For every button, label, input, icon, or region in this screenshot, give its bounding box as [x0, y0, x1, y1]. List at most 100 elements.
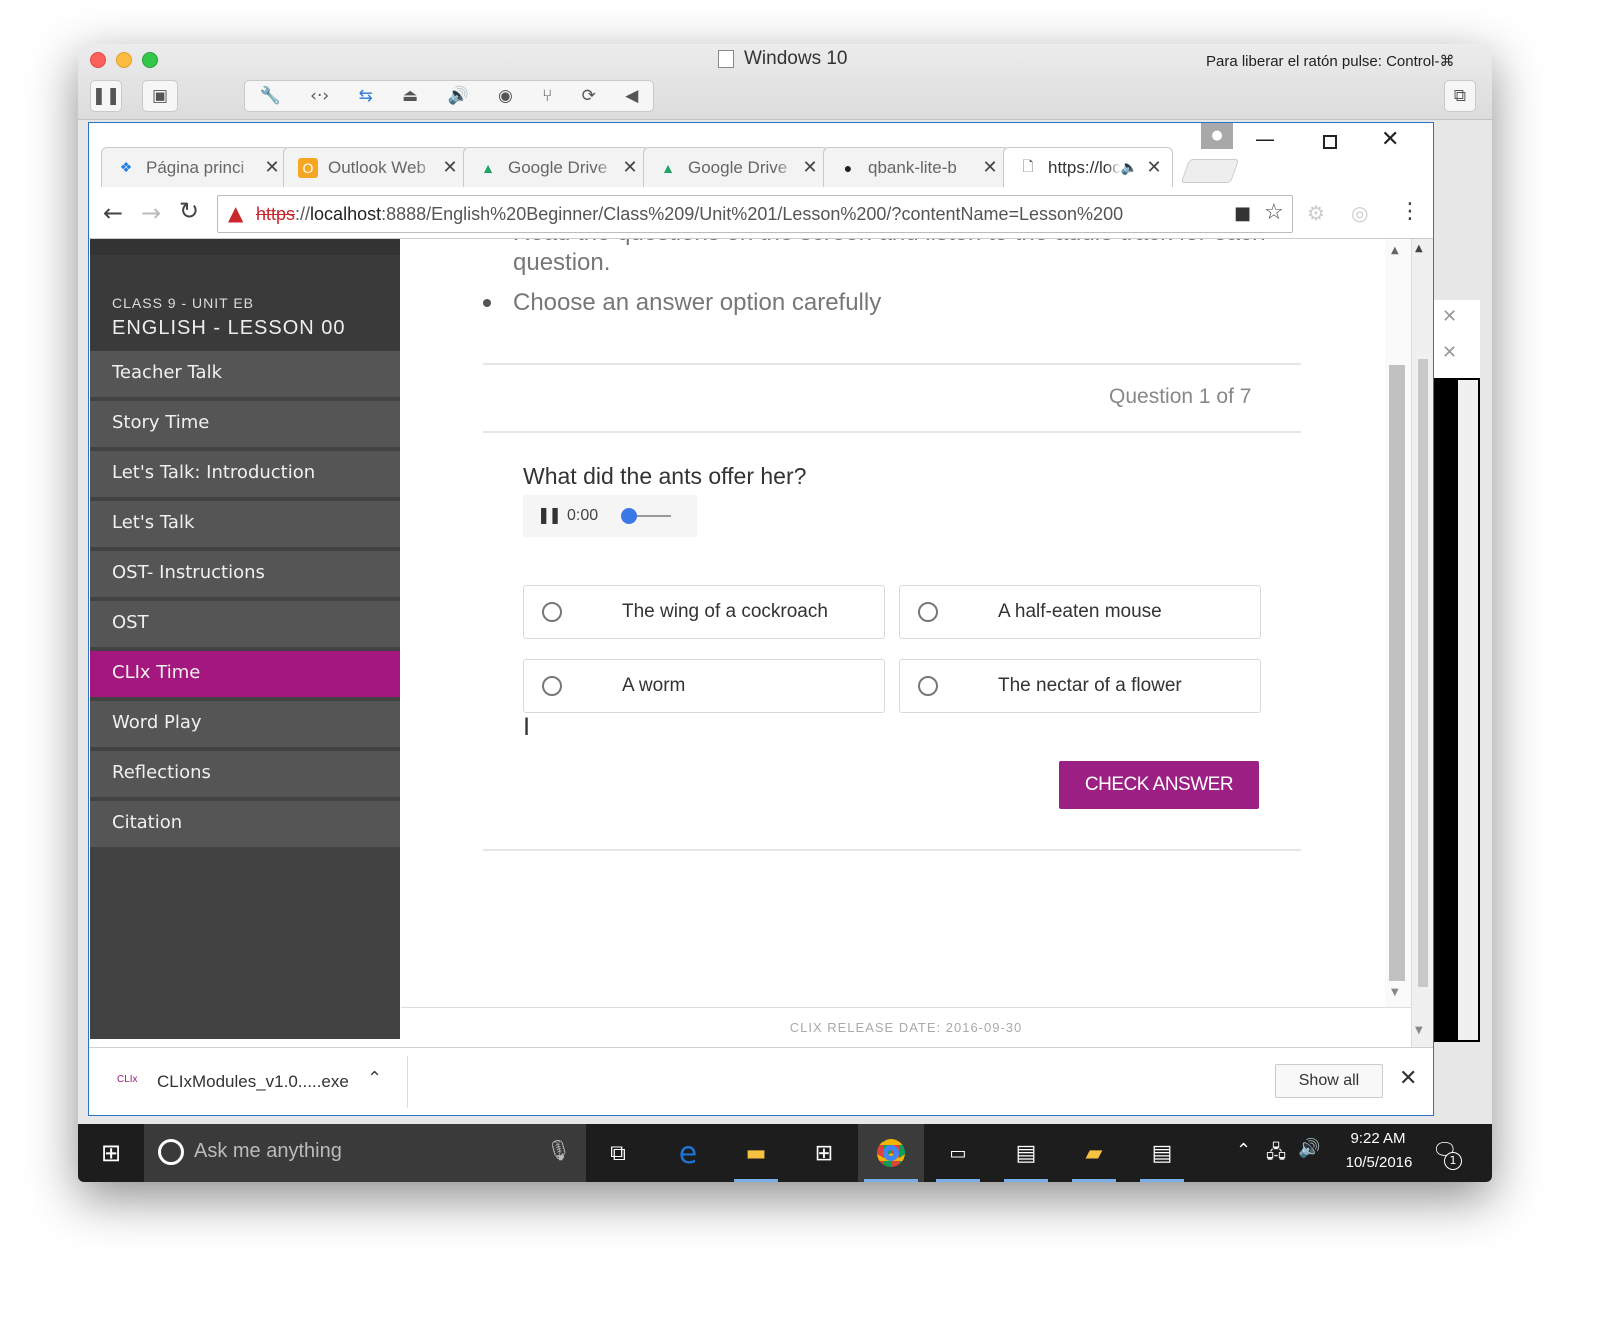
close-tab-icon[interactable]: ✕	[1142, 157, 1166, 178]
tab-dropbox[interactable]: ❖ Página princi ✕	[101, 147, 291, 187]
close-tab-icon[interactable]: ✕	[260, 157, 284, 178]
radio-button[interactable]	[542, 602, 562, 622]
camera-icon[interactable]: ◉	[498, 86, 513, 106]
scroll-up-icon[interactable]: ▲	[1415, 243, 1423, 254]
audio-playing-icon[interactable]: 🔈	[1121, 159, 1138, 176]
background-scrollbar[interactable]	[1458, 380, 1478, 1040]
chrome-button[interactable]	[858, 1124, 924, 1182]
sidebar-item-lets-talk[interactable]: Let's Talk	[90, 501, 400, 547]
close-window-button[interactable]: ✕	[1381, 127, 1399, 152]
answer-option[interactable]: A half-eaten mouse	[899, 585, 1261, 639]
app-window-button[interactable]: ▤	[998, 1124, 1054, 1182]
radio-button[interactable]	[918, 602, 938, 622]
url-field[interactable]: ▲ https://localhost:8888/English%20Begin…	[217, 195, 1293, 233]
show-all-button[interactable]: Show all	[1275, 1064, 1383, 1098]
sidebar-item-reflections[interactable]: Reflections	[90, 751, 400, 797]
microphone-icon[interactable]: 🎙	[546, 1138, 571, 1162]
check-answer-button[interactable]: CHECK ANSWER	[1059, 761, 1259, 809]
start-button[interactable]: ⊞	[82, 1124, 140, 1182]
minimize-window-button[interactable]: —	[1255, 127, 1275, 151]
answer-option[interactable]: The nectar of a flower	[899, 659, 1261, 713]
scrollbar-thumb[interactable]	[1418, 359, 1428, 987]
clock-date[interactable]: 10/5/2016	[1334, 1154, 1424, 1171]
maximize-window-button[interactable]	[1323, 135, 1337, 149]
network-icon[interactable]: 🖧	[1266, 1140, 1286, 1170]
scroll-down-icon[interactable]: ▼	[1391, 987, 1399, 998]
tab-outlook[interactable]: O Outlook Web ✕	[283, 147, 469, 187]
radio-button[interactable]	[542, 676, 562, 696]
answer-option[interactable]: A worm	[523, 659, 885, 713]
sidebar-item-lets-talk-introduction[interactable]: Let's Talk: Introduction	[90, 451, 400, 497]
reload-button[interactable]: ↻	[179, 197, 199, 225]
volume-icon[interactable]: 🔊	[1298, 1138, 1320, 1159]
pause-vm-button[interactable]: ❚❚	[90, 80, 122, 112]
task-view-button[interactable]: ⧉	[590, 1124, 646, 1182]
mac-zoom-button[interactable]	[142, 52, 158, 68]
tab-google-drive-1[interactable]: ▲ Google Drive ✕	[463, 147, 649, 187]
audio-seek-handle[interactable]	[621, 508, 637, 524]
code-icon[interactable]: ‹·›	[310, 86, 329, 106]
tab-google-drive-2[interactable]: ▲ Google Drive ✕	[643, 147, 829, 187]
speaker-icon[interactable]: 🔊	[447, 86, 468, 106]
usb-icon[interactable]: ⑂	[542, 86, 552, 106]
sidebar-item-word-play[interactable]: Word Play	[90, 701, 400, 747]
close-tab-icon[interactable]: ✕	[438, 157, 462, 178]
close-download-bar-icon[interactable]: ✕	[1399, 1066, 1417, 1091]
forward-button[interactable]: →	[141, 199, 161, 227]
sidebar-item-ost-instructions[interactable]: OST- Instructions	[90, 551, 400, 597]
app-window-button[interactable]: ▤	[1134, 1124, 1190, 1182]
wrench-icon[interactable]: 🔧	[260, 86, 281, 106]
close-tab-icon[interactable]: ✕	[618, 157, 642, 178]
chevron-up-icon[interactable]: ⌃	[1236, 1140, 1251, 1161]
cortana-search-box[interactable]: Ask me anything 🎙	[144, 1124, 586, 1182]
sidebar-item-citation[interactable]: Citation	[90, 801, 400, 847]
url-host: localhost	[310, 204, 382, 224]
profile-button[interactable]: ●	[1201, 123, 1233, 149]
star-icon[interactable]: ☆	[1264, 200, 1284, 225]
close-icon[interactable]: ✕	[1442, 342, 1457, 363]
sync-icon[interactable]: ⇆	[359, 86, 373, 106]
back-button[interactable]: ←	[103, 199, 123, 227]
sidebar-item-story-time[interactable]: Story Time	[90, 401, 400, 447]
tab-github[interactable]: ● qbank-lite-b ✕	[823, 147, 1009, 187]
page-scrollbar[interactable]: ▲ ▼	[1411, 239, 1433, 1047]
scroll-down-icon[interactable]: ▼	[1415, 1025, 1423, 1036]
snapshot-button[interactable]: ▣	[142, 80, 178, 112]
download-bar: CLIx CLIxModules_v1.0.....exe ⌃ Show all…	[89, 1047, 1433, 1115]
camera-icon[interactable]: ■	[1234, 203, 1251, 224]
close-tab-icon[interactable]: ✕	[798, 157, 822, 178]
radio-button[interactable]	[918, 676, 938, 696]
mac-close-button[interactable]	[90, 52, 106, 68]
option-label: The wing of a cockroach	[622, 601, 828, 622]
command-prompt-button[interactable]: ▭	[930, 1124, 986, 1182]
scroll-up-icon[interactable]: ▲	[1391, 245, 1399, 256]
store-button[interactable]: ⊞	[796, 1124, 852, 1182]
new-tab-button[interactable]	[1180, 159, 1240, 183]
chevron-up-icon[interactable]: ⌃	[367, 1068, 382, 1089]
chevron-left-icon[interactable]: ◀	[625, 86, 638, 106]
scrollbar-thumb[interactable]	[1389, 365, 1405, 981]
refresh-icon[interactable]: ⟳	[582, 86, 596, 106]
content-scrollbar[interactable]: ▲ ▼	[1385, 239, 1411, 1009]
extension-icon[interactable]: ⚙	[1307, 201, 1325, 225]
lock-icon[interactable]: ⏏	[402, 86, 418, 106]
clock-time[interactable]: 9:22 AM	[1340, 1130, 1416, 1147]
instruction-line-2: question.	[513, 249, 611, 276]
mac-minimize-button[interactable]	[116, 52, 132, 68]
restore-button[interactable]: ⧉	[1444, 80, 1476, 112]
download-item[interactable]: CLIxModules_v1.0.....exe	[157, 1072, 349, 1092]
file-explorer-button[interactable]: ▬	[728, 1124, 784, 1182]
sidebar-item-ost[interactable]: OST	[90, 601, 400, 647]
sidebar-item-clix-time[interactable]: CLIx Time	[90, 651, 400, 697]
tab-active-localhost[interactable]: 🗋 https://loc 🔈 ✕	[1003, 147, 1173, 187]
sidebar-item-teacher-talk[interactable]: Teacher Talk	[90, 351, 400, 397]
extension-icon[interactable]: ◎	[1351, 201, 1368, 225]
python-app-button[interactable]: ▰	[1066, 1124, 1122, 1182]
close-icon[interactable]: ✕	[1442, 306, 1457, 327]
pause-icon[interactable]: ❚❚	[537, 505, 562, 524]
close-tab-icon[interactable]: ✕	[978, 157, 1002, 178]
edge-button[interactable]: e	[660, 1124, 716, 1182]
answer-option[interactable]: The wing of a cockroach	[523, 585, 885, 639]
menu-icon[interactable]: ⋮	[1399, 199, 1421, 224]
tab-label: https://loc	[1048, 157, 1121, 177]
